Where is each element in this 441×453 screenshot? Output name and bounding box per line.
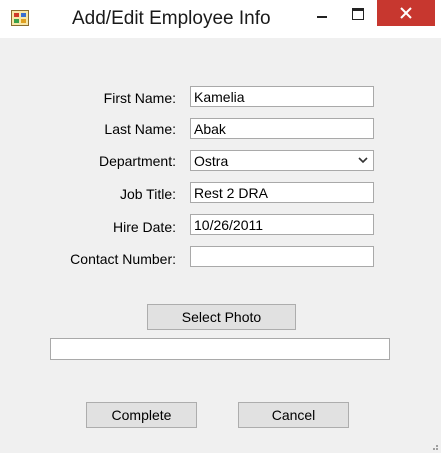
first-name-label: First Name: [103, 90, 176, 106]
job-title-label: Job Title: [119, 186, 176, 202]
hire-date-label: Hire Date: [112, 219, 176, 235]
close-button[interactable] [377, 0, 435, 26]
cancel-button[interactable]: Cancel [238, 402, 349, 428]
first-name-field[interactable]: Kamelia [190, 86, 374, 107]
contact-number-field[interactable] [190, 246, 374, 267]
department-value: Ostra [194, 153, 229, 169]
chevron-down-icon [358, 157, 368, 164]
window-title: Add/Edit Employee Info [72, 8, 271, 29]
last-name-field[interactable]: Abak [190, 118, 374, 139]
contact-number-label: Contact Number: [70, 251, 176, 267]
app-icon [11, 10, 29, 26]
employee-dialog: Add/Edit Employee Info First Name: Kamel… [0, 0, 441, 453]
department-select[interactable]: Ostra [190, 150, 374, 171]
department-label: Department: [98, 153, 176, 169]
last-name-label: Last Name: [104, 121, 176, 137]
complete-button[interactable]: Complete [86, 402, 197, 428]
photo-path-field[interactable] [50, 338, 390, 360]
maximize-button[interactable] [341, 0, 375, 28]
title-bar[interactable]: Add/Edit Employee Info [0, 0, 441, 38]
job-title-field[interactable]: Rest 2 DRA [190, 182, 374, 203]
hire-date-field[interactable]: 10/26/2011 [190, 214, 374, 235]
resize-grip-icon[interactable] [429, 441, 439, 451]
close-icon [400, 7, 412, 19]
minimize-icon [317, 16, 327, 18]
minimize-button[interactable] [305, 0, 339, 28]
maximize-icon [352, 8, 364, 20]
select-photo-button[interactable]: Select Photo [147, 304, 296, 330]
